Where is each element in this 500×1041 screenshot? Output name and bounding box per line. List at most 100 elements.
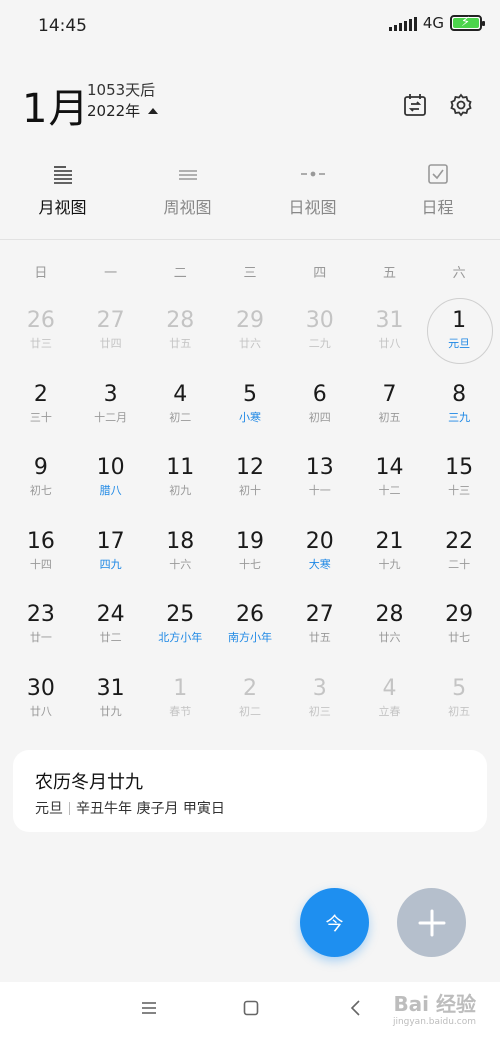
calendar-day[interactable]: 19 十七 [215, 519, 285, 593]
status-time: 14:45 [38, 16, 87, 36]
day-number: 3 [103, 381, 118, 407]
calendar-day[interactable]: 31 廿八 [355, 298, 425, 372]
lunar-day-label: 廿九 [99, 704, 122, 718]
day-number: 15 [445, 455, 474, 480]
calendar-header: 1月 1053天后 2022年 [0, 70, 500, 132]
calendar-day-selected[interactable]: 1 元旦 [424, 298, 494, 372]
lunar-day-label: 十七 [239, 557, 262, 571]
lunar-day-label: 元旦 [448, 337, 471, 350]
calendar-day[interactable]: 22 二十 [424, 519, 494, 593]
month-subinfo: 1053天后 2022年 [87, 80, 159, 122]
calendar-day[interactable]: 18 十六 [145, 519, 215, 593]
calendar-day[interactable]: 29 廿七 [424, 592, 494, 666]
today-button[interactable]: 今 [300, 888, 369, 957]
tab-week-view[interactable]: 周视图 [125, 160, 250, 240]
calendar-day[interactable]: 28 廿六 [355, 592, 425, 666]
calendar-day[interactable]: 29 廿六 [215, 298, 285, 372]
day-number: 3 [312, 675, 327, 701]
calendar-day[interactable]: 7 初五 [355, 372, 425, 446]
lunar-day-label: 廿八 [29, 704, 52, 718]
calendar-day[interactable]: 3 十二月 [76, 372, 146, 446]
day-view-icon [300, 171, 325, 177]
calendar-day[interactable]: 6 初四 [285, 372, 355, 446]
header-actions [402, 92, 474, 118]
caret-up-icon [148, 108, 159, 114]
day-number: 7 [382, 381, 397, 407]
calendar-day[interactable]: 21 十九 [355, 519, 425, 593]
year-selector[interactable]: 2022年 [87, 100, 159, 122]
gear-icon[interactable] [448, 92, 474, 118]
back-icon[interactable] [348, 1000, 364, 1016]
day-number: 31 [375, 308, 404, 333]
lunar-day-label: 初九 [169, 484, 192, 497]
calendar-day[interactable]: 26 南方小年 [215, 592, 285, 666]
home-icon[interactable] [243, 1000, 259, 1016]
day-number: 30 [26, 675, 55, 701]
lunar-day-label: 初五 [448, 704, 471, 718]
calendar-day[interactable]: 4 初二 [145, 372, 215, 446]
month-view-icon [53, 166, 72, 184]
day-number: 2 [243, 675, 258, 701]
calendar-day[interactable]: 20 大寒 [285, 519, 355, 593]
lunar-info-card[interactable]: 农历冬月廿九 元旦 辛丑牛年 庚子月 甲寅日 [13, 750, 487, 832]
calendar-day[interactable]: 25 北方小年 [145, 592, 215, 666]
day-number: 27 [305, 602, 334, 627]
day-number: 19 [236, 528, 265, 554]
lunar-day-label: 廿二 [99, 631, 122, 644]
days-after-label: 1053天后 [87, 81, 156, 99]
calendar-day[interactable]: 10 腊八 [76, 445, 146, 519]
calendar-day[interactable]: 8 三九 [424, 372, 494, 446]
day-number: 24 [96, 602, 125, 627]
network-label: 4G [422, 14, 444, 32]
lunar-date-title: 农历冬月廿九 [35, 772, 143, 793]
lunar-day-label: 三九 [448, 410, 471, 424]
add-event-button[interactable] [397, 888, 466, 957]
calendar-day[interactable]: 30 廿八 [6, 666, 76, 740]
calendar-day[interactable]: 16 十四 [6, 519, 76, 593]
lunar-day-label: 立春 [378, 704, 401, 718]
day-number: 1 [173, 675, 188, 701]
calendar-day[interactable]: 26 廿三 [6, 298, 76, 372]
tab-month-view[interactable]: 月视图 [0, 160, 125, 240]
calendar-day[interactable]: 24 廿二 [76, 592, 146, 666]
weekday-label: 四 [313, 266, 327, 281]
calendar-day[interactable]: 28 廿五 [145, 298, 215, 372]
calendar-day[interactable]: 23 廿一 [6, 592, 76, 666]
calendar-day[interactable]: 15 十三 [424, 445, 494, 519]
calendar-day[interactable]: 27 廿四 [76, 298, 146, 372]
calendar-day[interactable]: 14 十二 [355, 445, 425, 519]
tab-agenda[interactable]: 日程 [375, 160, 500, 240]
calendar-day[interactable]: 11 初九 [145, 445, 215, 519]
calendar-day[interactable]: 5 小寒 [215, 372, 285, 446]
weekday-label: 二 [173, 266, 187, 281]
day-number: 4 [173, 381, 188, 407]
today-label: 今 [325, 913, 344, 935]
calendar-day[interactable]: 5 初五 [424, 666, 494, 740]
calendar-day[interactable]: 27 廿五 [285, 592, 355, 666]
calendar-day[interactable]: 13 十一 [285, 445, 355, 519]
day-number: 8 [452, 381, 467, 407]
menu-icon[interactable] [141, 1000, 157, 1016]
calendar-day[interactable]: 1 春节 [145, 666, 215, 740]
calendar-day[interactable]: 4 立春 [355, 666, 425, 740]
lunar-day-label: 廿五 [308, 631, 331, 644]
day-number: 17 [96, 528, 125, 554]
weekday-label: 一 [104, 266, 118, 281]
calendar-day[interactable]: 17 四九 [76, 519, 146, 593]
calendar-day[interactable]: 31 廿九 [76, 666, 146, 740]
day-number: 6 [312, 381, 327, 407]
calendar-day[interactable]: 2 三十 [6, 372, 76, 446]
calendar-switch-icon[interactable] [402, 92, 428, 118]
calendar-day[interactable]: 12 初十 [215, 445, 285, 519]
tab-day-view[interactable]: 日视图 [250, 160, 375, 240]
ganzhi-label: 辛丑牛年 庚子月 甲寅日 [76, 801, 225, 817]
calendar-day[interactable]: 2 初二 [215, 666, 285, 740]
lunar-day-label: 廿八 [378, 337, 401, 350]
weekday-header: 日 一 二 三 四 五 六 [6, 262, 494, 281]
calendar-day[interactable]: 9 初七 [6, 445, 76, 519]
calendar-day[interactable]: 30 二九 [285, 298, 355, 372]
day-number: 5 [452, 675, 467, 701]
calendar-day[interactable]: 3 初三 [285, 666, 355, 740]
day-number: 11 [166, 455, 195, 480]
watermark-main: Bai 经验 [393, 992, 476, 1016]
